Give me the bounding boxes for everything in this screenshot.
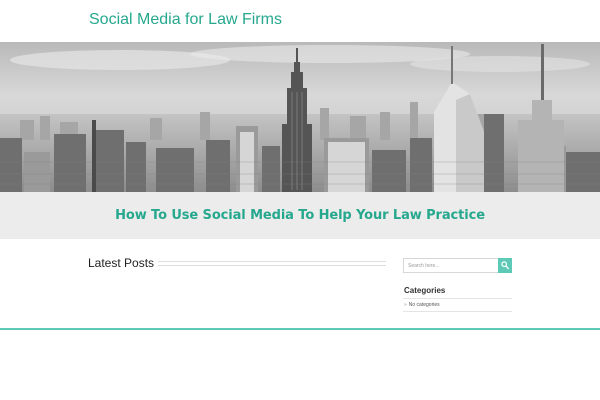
section-divider — [155, 261, 386, 266]
categories-divider-bottom — [403, 311, 512, 312]
search-button[interactable] — [498, 258, 512, 273]
categories-heading: Categories — [404, 286, 446, 295]
bullet-icon: » — [404, 302, 407, 308]
categories-divider — [403, 298, 512, 299]
search-input[interactable] — [403, 258, 502, 273]
category-label: No categories — [408, 302, 440, 308]
city-skyline-image — [0, 42, 600, 192]
featured-post-title[interactable]: How To Use Social Media To Help Your Law… — [0, 208, 600, 223]
latest-posts-heading: Latest Posts — [88, 256, 159, 270]
category-list-item: » No categories — [404, 302, 440, 308]
footer-area — [0, 330, 600, 400]
banner-image — [0, 42, 600, 192]
site-title-link[interactable]: Social Media for Law Firms — [89, 11, 282, 29]
site-header: Social Media for Law Firms — [0, 0, 600, 42]
search-icon — [501, 261, 509, 270]
